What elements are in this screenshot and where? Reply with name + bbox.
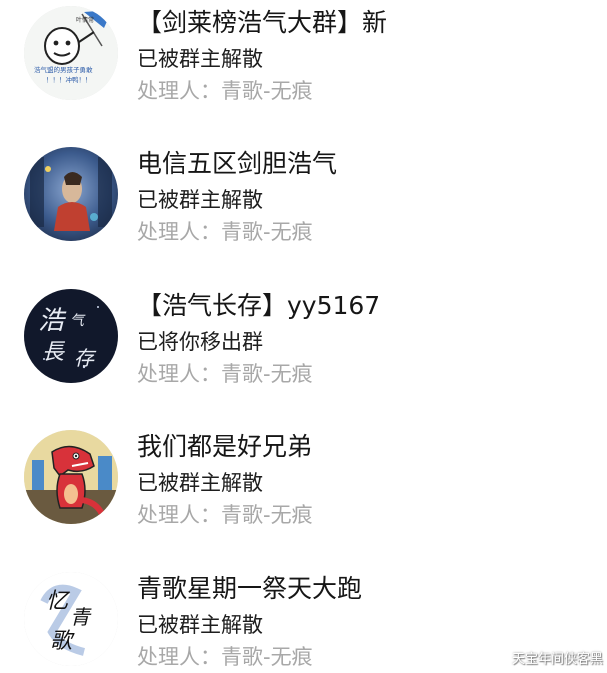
svg-text:叶情常: 叶情常 — [76, 16, 94, 24]
svg-text:！！！冲鸭！！: ！！！冲鸭！！ — [46, 75, 92, 84]
group-handler: 处理人：青歌-无痕 — [137, 362, 313, 386]
game-screenshot-icon — [24, 147, 118, 241]
ink-calligraphy-icon: 忆 青 歌 — [24, 572, 118, 666]
group-status: 已被群主解散 — [137, 471, 263, 495]
svg-text:存: 存 — [74, 346, 97, 370]
group-avatar[interactable]: 忆 青 歌 — [24, 572, 118, 666]
group-item[interactable]: 叶情常 浩气盟的男孩子勇敢 ！！！冲鸭！！ 【剑莱榜浩气大群】新 已被群主解散 … — [0, 0, 607, 120]
group-avatar[interactable] — [24, 147, 118, 241]
group-status: 已被群主解散 — [137, 47, 263, 71]
svg-text:浩气盟的男孩子勇敢: 浩气盟的男孩子勇敢 — [34, 65, 93, 74]
group-handler: 处理人：青歌-无痕 — [137, 503, 313, 527]
group-name: 我们都是好兄弟 — [137, 432, 313, 461]
group-name: 青歌星期一祭天大跑 — [137, 574, 363, 603]
svg-text:青: 青 — [70, 605, 92, 629]
group-name: 电信五区剑胆浩气 — [137, 149, 338, 178]
group-avatar[interactable]: 浩 气 長 存 — [24, 289, 118, 383]
calligraphy-icon: 浩 气 長 存 — [24, 289, 118, 383]
svg-text:浩: 浩 — [38, 306, 67, 336]
group-notice-list: 叶情常 浩气盟的男孩子勇敢 ！！！冲鸭！！ 【剑莱榜浩气大群】新 已被群主解散 … — [0, 0, 607, 673]
group-item[interactable]: 浩 气 長 存 【浩气长存】yy5167 已将你移出群 处理人：青歌-无痕 — [0, 283, 607, 403]
group-name: 【浩气长存】yy5167 — [137, 291, 381, 320]
svg-text:歌: 歌 — [50, 629, 75, 654]
red-dinosaur-icon — [24, 430, 118, 524]
svg-text:長: 長 — [42, 340, 66, 365]
svg-text:忆: 忆 — [46, 589, 71, 614]
group-avatar[interactable]: 叶情常 浩气盟的男孩子勇敢 ！！！冲鸭！！ — [24, 6, 118, 100]
group-item[interactable]: 电信五区剑胆浩气 已被群主解散 处理人：青歌-无痕 — [0, 141, 607, 261]
group-handler: 处理人：青歌-无痕 — [137, 220, 313, 244]
group-handler: 处理人：青歌-无痕 — [137, 645, 313, 669]
group-status: 已被群主解散 — [137, 613, 263, 637]
group-handler: 处理人：青歌-无痕 — [137, 79, 313, 103]
group-avatar[interactable] — [24, 430, 118, 524]
group-status: 已将你移出群 — [137, 330, 263, 354]
svg-text:气: 气 — [70, 313, 86, 329]
meme-flag-icon: 叶情常 浩气盟的男孩子勇敢 ！！！冲鸭！！ — [24, 6, 118, 100]
group-status: 已被群主解散 — [137, 188, 263, 212]
group-name: 【剑莱榜浩气大群】新 — [137, 8, 388, 37]
group-item[interactable]: 我们都是好兄弟 已被群主解散 处理人：青歌-无痕 — [0, 424, 607, 544]
watermark: 天宝年间侠客黑 — [511, 652, 603, 667]
